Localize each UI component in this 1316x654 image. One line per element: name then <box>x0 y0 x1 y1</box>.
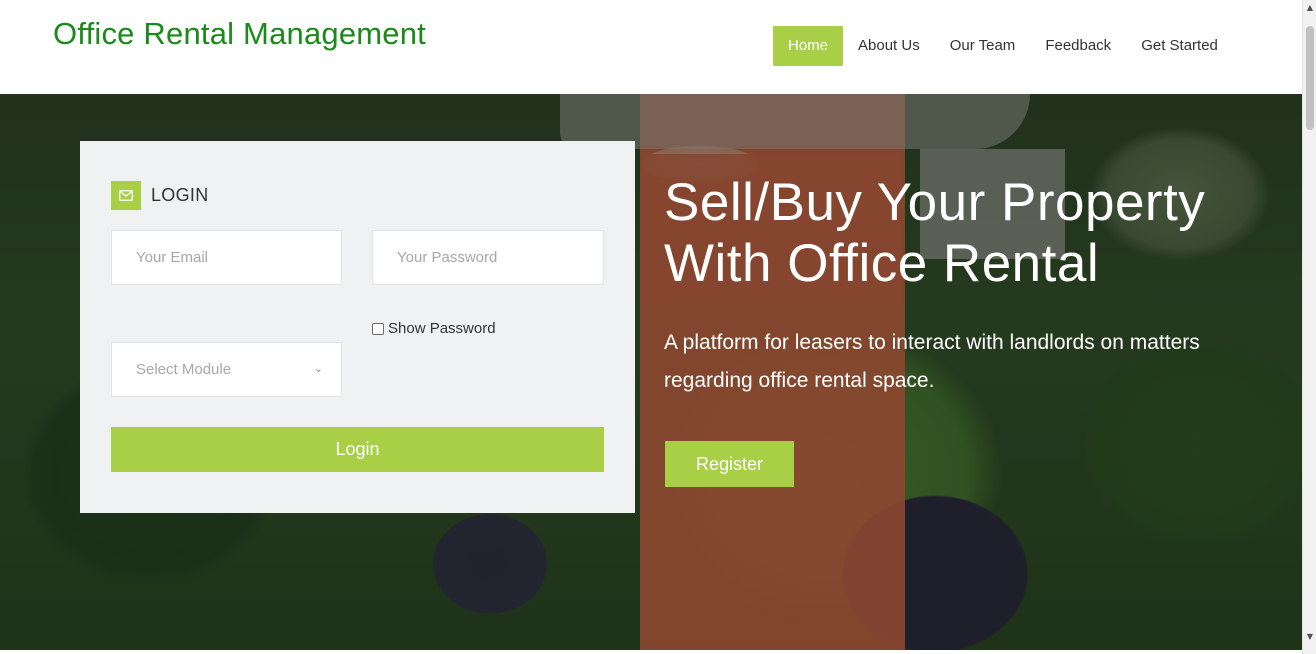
login-title: LOGIN <box>151 185 209 205</box>
login-card: LOGIN Show Password Select Module ⌄ Logi… <box>80 141 635 513</box>
email-field[interactable] <box>111 230 342 285</box>
email-input[interactable] <box>136 249 341 266</box>
vertical-scrollbar[interactable]: ▲ ▼ <box>1302 0 1316 654</box>
scrollbar-thumb[interactable] <box>1306 26 1314 130</box>
login-header: LOGIN <box>111 181 209 210</box>
hero-subtitle: A platform for leasers to interact with … <box>664 331 1200 392</box>
module-select[interactable]: Select Module ⌄ <box>111 342 342 397</box>
nav-our-team[interactable]: Our Team <box>935 26 1031 66</box>
envelope-icon <box>111 181 141 210</box>
show-password-label: Show Password <box>388 320 496 337</box>
module-select-value: Select Module <box>136 361 232 378</box>
scroll-down-arrow-icon[interactable]: ▼ <box>1305 632 1315 641</box>
password-field[interactable] <box>372 230 604 285</box>
show-password-checkbox[interactable] <box>372 322 384 335</box>
brand-logo-text[interactable]: Office Rental Management <box>53 16 426 52</box>
nav-feedback[interactable]: Feedback <box>1030 26 1126 66</box>
site-header: Office Rental Management Home About Us O… <box>0 0 1302 94</box>
scroll-up-arrow-icon[interactable]: ▲ <box>1305 3 1315 12</box>
page-bottom-edge <box>0 650 1302 654</box>
nav-get-started[interactable]: Get Started <box>1126 26 1233 66</box>
nav-about-us[interactable]: About Us <box>843 26 935 66</box>
nav-home[interactable]: Home <box>773 26 844 66</box>
hero-title: Sell/Buy Your Property With Office Renta… <box>664 173 1206 293</box>
register-button[interactable]: Register <box>665 441 794 487</box>
show-password-toggle[interactable]: Show Password <box>372 320 496 337</box>
main-nav: Home About Us Our Team Feedback Get Star… <box>773 26 1233 66</box>
password-input[interactable] <box>397 249 603 266</box>
login-button[interactable]: Login <box>111 427 604 472</box>
chevron-down-icon: ⌄ <box>313 363 323 375</box>
